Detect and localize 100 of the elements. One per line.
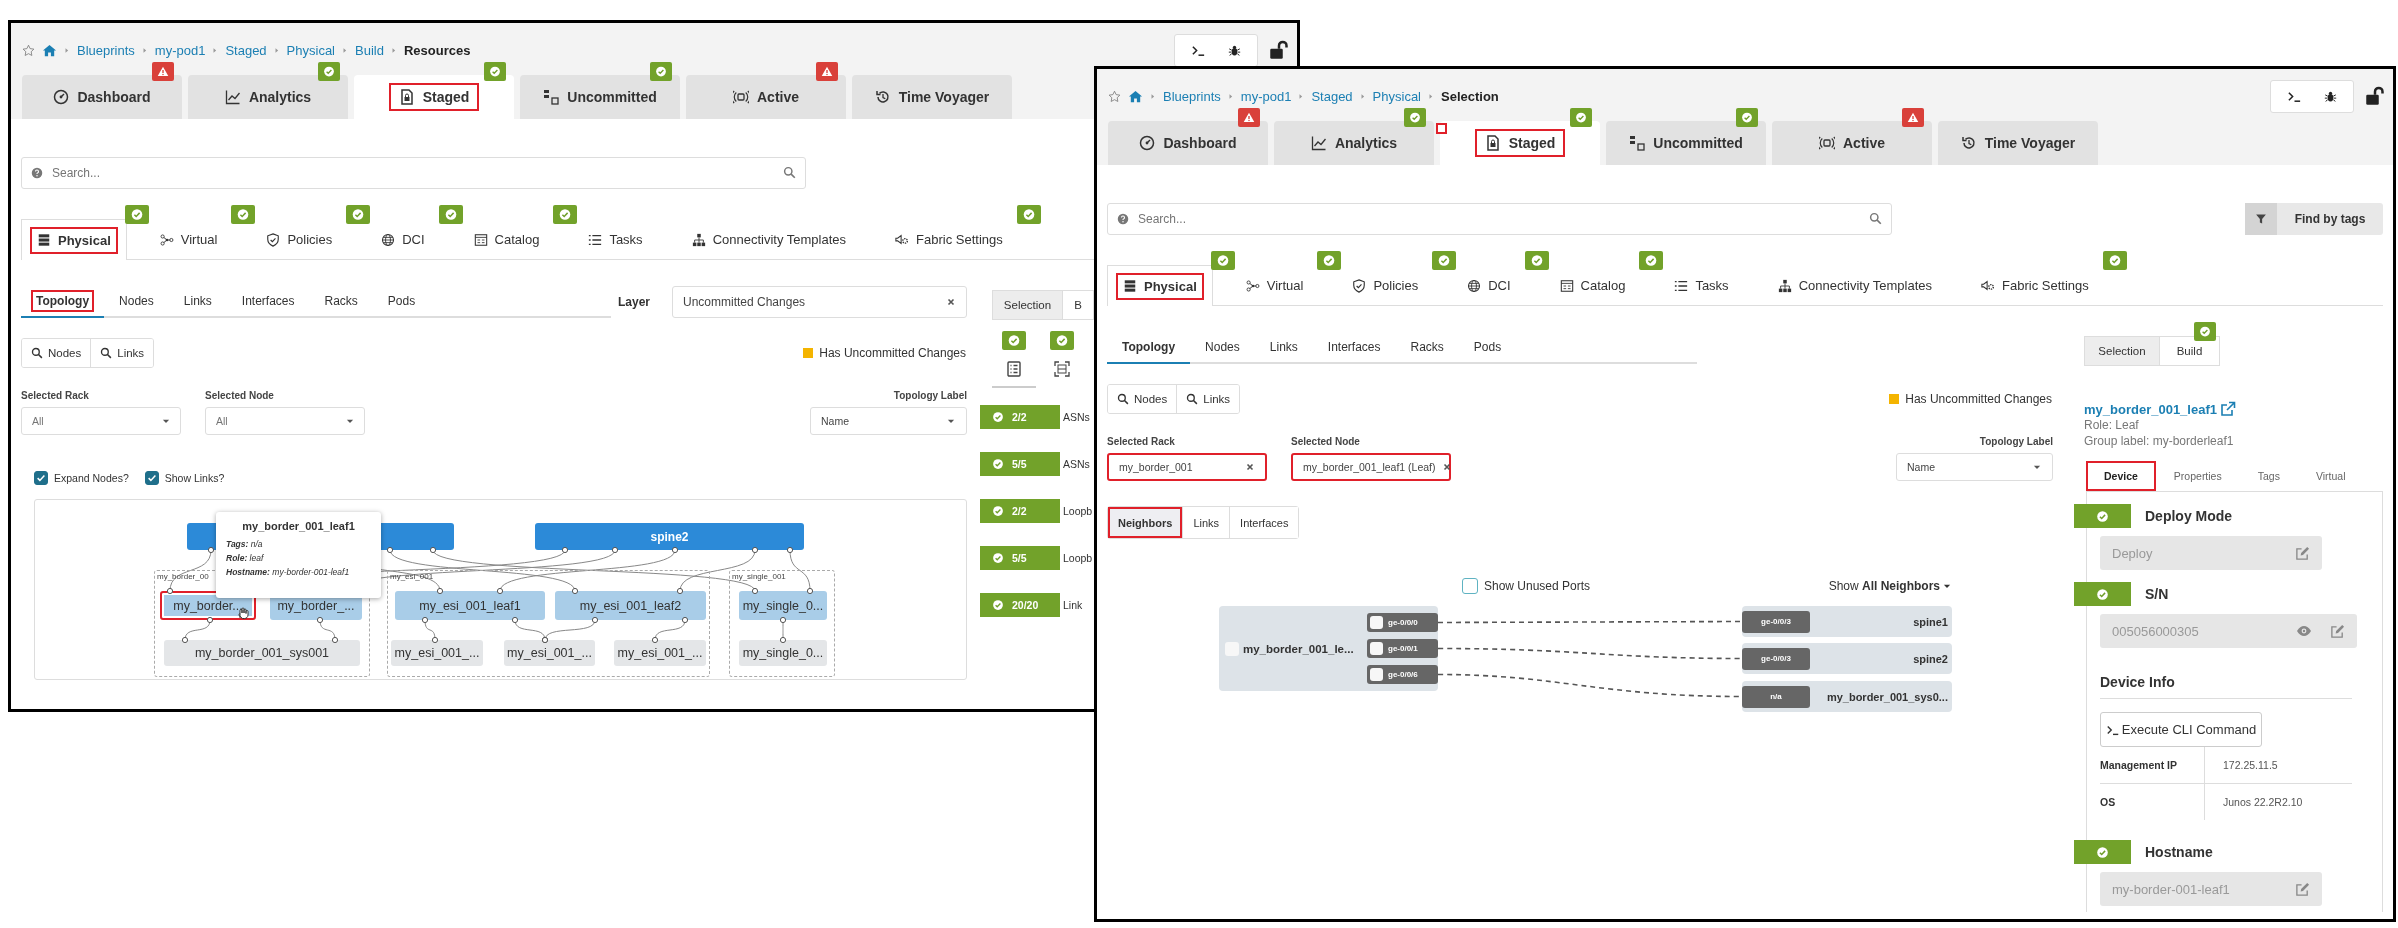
home-icon[interactable] xyxy=(42,42,57,58)
view-tab[interactable]: Nodes xyxy=(1190,332,1255,364)
nav-tab[interactable]: Analytics xyxy=(1274,121,1434,165)
port-chip[interactable]: ge-0/0/6 xyxy=(1367,665,1438,684)
section-tab[interactable]: Tasks xyxy=(1658,265,1745,305)
external-link-icon[interactable] xyxy=(2220,401,2236,417)
section-tab[interactable]: Fabric Settings xyxy=(879,219,1019,259)
view-tab[interactable]: Topology xyxy=(1107,332,1191,364)
nav-tab[interactable]: Dashboard xyxy=(1108,121,1268,165)
section-tab[interactable]: Connectivity Templates xyxy=(675,219,863,259)
search-button[interactable]: Links xyxy=(1176,385,1240,413)
select-field[interactable]: my_border_001 xyxy=(1107,453,1267,481)
view-tab[interactable]: Racks xyxy=(1395,332,1459,364)
breadcrumb-link[interactable]: Blueprints xyxy=(1163,88,1221,104)
bug-icon[interactable] xyxy=(2324,89,2337,103)
toggle-button[interactable]: Selection xyxy=(2084,336,2160,366)
view-tab[interactable]: Pods xyxy=(372,286,431,318)
port-chip[interactable]: ge-0/0/0 xyxy=(1367,613,1438,632)
section-tab[interactable]: Catalog xyxy=(1543,265,1642,305)
device-card[interactable]: my_border_001_le... ge-0/0/0 ge-0/0/1 ge-0/0/6 xyxy=(1219,606,1438,691)
execute-cli-button[interactable]: Execute CLI Command xyxy=(2100,712,2262,747)
section-tab[interactable]: Catalog xyxy=(457,219,556,259)
clear-icon[interactable] xyxy=(1441,462,1452,472)
layer-select[interactable]: Uncommitted Changes xyxy=(672,286,967,318)
checkbox[interactable] xyxy=(34,471,48,485)
bug-icon[interactable] xyxy=(1228,43,1241,57)
view-tab[interactable]: Links xyxy=(168,286,227,318)
nav-tab[interactable]: Staged xyxy=(354,75,514,119)
nav-tab[interactable]: Dashboard xyxy=(22,75,182,119)
toggle-button[interactable]: Selection xyxy=(992,290,1063,320)
view-tab[interactable]: Racks xyxy=(309,286,373,318)
edit-icon[interactable] xyxy=(2295,881,2310,897)
select-field[interactable]: Name xyxy=(1896,453,2053,481)
section-tab[interactable]: DCI xyxy=(365,219,441,259)
breadcrumb-link[interactable]: Build xyxy=(355,42,384,58)
breadcrumb-link[interactable]: Staged xyxy=(1311,88,1353,104)
edit-icon[interactable] xyxy=(2295,545,2310,561)
checkbox[interactable] xyxy=(1462,578,1478,594)
toggle-button[interactable]: B xyxy=(1063,290,1094,320)
neighbor-row[interactable]: n/a my_border_001_sys0... xyxy=(1742,681,1952,712)
server-node[interactable]: my_esi_001_... xyxy=(614,640,706,666)
breadcrumb-link[interactable]: my-pod1 xyxy=(154,42,206,58)
unlock-icon[interactable] xyxy=(2365,86,2385,106)
view-tab[interactable]: Pods xyxy=(1458,332,1517,364)
section-tab[interactable]: Virtual xyxy=(1229,265,1320,305)
nav-tab[interactable]: Time Voyager xyxy=(1938,121,2098,165)
nav-tab[interactable]: Staged xyxy=(1440,121,1600,165)
select-field[interactable]: my_border_001_leaf1 (Leaf) xyxy=(1291,453,1451,481)
search-field[interactable]: Search... xyxy=(21,157,806,189)
checkbox[interactable] xyxy=(1370,668,1383,681)
server-node[interactable]: my_single_0... xyxy=(739,640,827,666)
select-field[interactable]: Name xyxy=(810,407,967,435)
view-tab[interactable]: Nodes xyxy=(104,286,169,318)
detail-tab[interactable]: Virtual xyxy=(2297,461,2364,491)
nav-tab[interactable]: Analytics xyxy=(188,75,348,119)
detail-tab[interactable]: Device xyxy=(2086,461,2156,491)
section-tab[interactable]: Policies xyxy=(1336,265,1435,305)
spine-node[interactable]: spine2 xyxy=(535,523,804,550)
breadcrumb-link[interactable]: my-pod1 xyxy=(1240,88,1292,104)
section-tab[interactable]: Connectivity Templates xyxy=(1761,265,1949,305)
view-tab[interactable]: Links xyxy=(1254,332,1313,364)
star-icon[interactable] xyxy=(22,43,35,57)
view-tab[interactable]: Interfaces xyxy=(226,286,310,318)
breadcrumb-link[interactable]: Staged xyxy=(225,42,267,58)
search-field[interactable]: Search... xyxy=(1107,203,1892,235)
server-node[interactable]: my_esi_001_... xyxy=(504,640,595,666)
find-by-tags-button[interactable]: Find by tags xyxy=(2245,203,2383,235)
neighbors-dropdown[interactable]: Show All Neighbors xyxy=(1828,579,1952,593)
device-link[interactable]: my_border_001_leaf1 xyxy=(2084,401,2217,417)
sub-tab[interactable]: Neighbors xyxy=(1108,507,1183,538)
breadcrumb-link[interactable]: Physical xyxy=(286,42,335,58)
breadcrumb-link[interactable]: Physical xyxy=(1372,88,1421,104)
star-icon[interactable] xyxy=(1108,89,1121,103)
neighbor-row[interactable]: ge-0/0/3 spine1 xyxy=(1742,606,1952,637)
clear-icon[interactable] xyxy=(946,297,956,307)
nav-tab[interactable]: Uncommitted xyxy=(1606,121,1766,165)
checkbox[interactable] xyxy=(144,471,159,485)
view-tab[interactable]: Interfaces xyxy=(1312,332,1396,364)
clear-icon[interactable] xyxy=(1245,462,1255,472)
checkbox[interactable] xyxy=(1370,642,1383,655)
breadcrumb-link[interactable]: Blueprints xyxy=(77,42,135,58)
neighbor-row[interactable]: ge-0/0/3 spine2 xyxy=(1742,643,1952,674)
server-node[interactable]: my_esi_001_... xyxy=(391,640,483,666)
section-tab[interactable]: Virtual xyxy=(143,219,234,259)
nav-tab[interactable]: Uncommitted xyxy=(520,75,680,119)
checkbox[interactable] xyxy=(1370,616,1383,629)
nav-tab[interactable]: Active xyxy=(686,75,846,119)
nav-tab[interactable]: Time Voyager xyxy=(852,75,1012,119)
search-button[interactable]: Links xyxy=(90,339,154,367)
leaf-node[interactable]: my_single_0... xyxy=(739,591,827,620)
section-tab[interactable]: Physical xyxy=(1107,265,1213,306)
section-tab[interactable]: DCI xyxy=(1451,265,1527,305)
leaf-node[interactable]: my_esi_001_leaf1 xyxy=(395,591,545,620)
detail-tab[interactable]: Properties xyxy=(2155,461,2240,491)
section-tab[interactable]: Policies xyxy=(250,219,349,259)
section-tab[interactable]: Physical xyxy=(21,219,127,260)
sub-tab[interactable]: Interfaces xyxy=(1229,507,1299,538)
unlock-icon[interactable] xyxy=(1269,40,1289,60)
detail-tab[interactable]: Tags xyxy=(2239,461,2298,491)
checkbox[interactable] xyxy=(1225,641,1239,656)
